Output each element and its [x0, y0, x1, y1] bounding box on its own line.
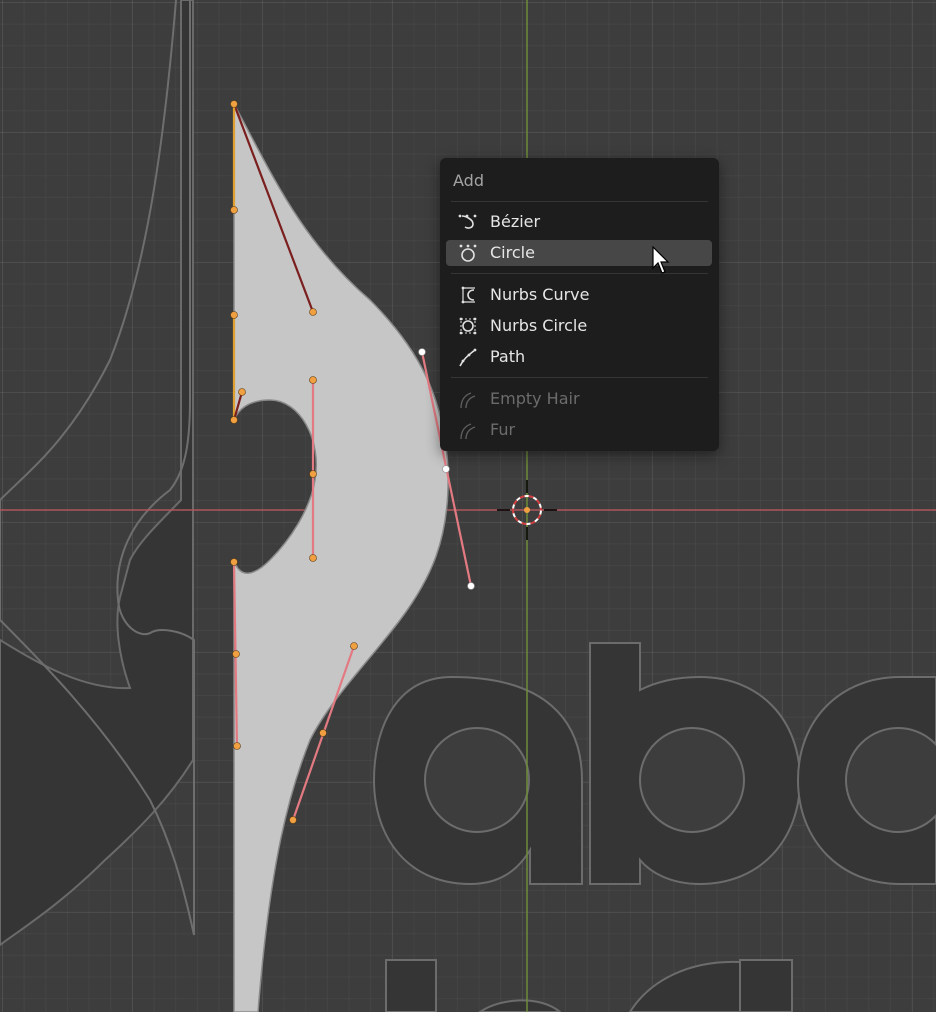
menu-separator — [451, 201, 708, 202]
menu-item-fur: Fur — [446, 417, 712, 443]
background-letters — [372, 642, 936, 1012]
menu-item-bezier[interactable]: Bézier — [446, 209, 712, 235]
add-menu[interactable]: Add Bézier Circle Nurbs Curve Nurbs Circ… — [440, 158, 719, 451]
nurbs-circle-icon — [459, 317, 477, 335]
hair-icon — [460, 392, 476, 409]
menu-item-path[interactable]: Path — [446, 344, 712, 370]
nurbs-curve-icon — [461, 286, 475, 304]
mouse-cursor-icon — [652, 246, 670, 274]
menu-item-label: Nurbs Curve — [490, 285, 590, 304]
menu-title: Add — [453, 171, 484, 190]
menu-item-label: Empty Hair — [490, 389, 580, 408]
bezier-curve-icon — [458, 214, 477, 229]
selected-curve-shape[interactable] — [233, 103, 449, 1012]
menu-item-label: Fur — [490, 420, 516, 439]
bezier-circle-icon — [459, 244, 477, 262]
viewport-scene — [0, 0, 936, 1012]
3d-cursor[interactable] — [497, 480, 557, 540]
menu-item-nurbs-curve[interactable]: Nurbs Curve — [446, 282, 712, 308]
menu-item-label: Nurbs Circle — [490, 316, 588, 335]
menu-item-label: Path — [490, 347, 526, 366]
3d-viewport[interactable]: Add Bézier Circle Nurbs Curve Nurbs Circ… — [0, 0, 936, 1012]
menu-item-circle[interactable]: Circle — [446, 240, 712, 266]
path-curve-icon — [459, 348, 477, 367]
menu-item-nurbs-circle[interactable]: Nurbs Circle — [446, 313, 712, 339]
menu-item-label: Bézier — [490, 212, 541, 231]
menu-item-empty-hair: Empty Hair — [446, 386, 712, 412]
fur-icon — [460, 423, 476, 440]
menu-separator — [451, 377, 708, 378]
menu-item-label: Circle — [490, 243, 535, 262]
